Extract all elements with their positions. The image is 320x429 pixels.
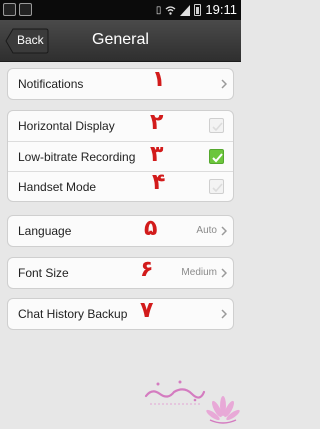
low-bitrate-recording-checkbox[interactable]: [209, 149, 224, 164]
vibrate-icon: ▯: [155, 4, 162, 16]
annotation-number-4: ۴: [152, 170, 166, 195]
chevron-right-icon: [221, 226, 227, 236]
signal-icon: [180, 4, 191, 16]
annotation-number-7: ٧: [140, 298, 154, 323]
annotation-number-2: ٢: [150, 110, 164, 135]
annotation-number-1: ١: [152, 67, 166, 92]
wifi-icon: [165, 6, 176, 15]
horizontal-display-checkbox[interactable]: [209, 118, 224, 133]
checkmark-icon: [212, 153, 223, 163]
annotation-number-6: ۶: [140, 257, 154, 282]
font-size-row[interactable]: Font Size Medium: [8, 258, 233, 288]
title-bar: Back General: [0, 20, 241, 62]
annotation-number-3: ٣: [150, 142, 164, 167]
zibakade-logo: [144, 380, 240, 424]
status-bar: ▯ 19:11: [0, 0, 241, 20]
checkmark-icon: [212, 122, 223, 132]
horizontal-display-row[interactable]: Horizontal Display: [8, 111, 233, 141]
chat-history-backup-label: Chat History Backup: [18, 307, 128, 321]
low-bitrate-recording-label: Low-bitrate Recording: [18, 150, 136, 164]
language-value: Auto: [196, 225, 217, 236]
chevron-right-icon: [221, 309, 227, 319]
chat-history-backup-row[interactable]: Chat History Backup: [8, 299, 233, 329]
checkmark-icon: [212, 183, 223, 193]
battery-icon: [194, 4, 202, 16]
handset-mode-checkbox[interactable]: [209, 179, 224, 194]
chat-history-group: Chat History Backup: [7, 298, 234, 330]
notifications-row[interactable]: Notifications: [8, 69, 233, 99]
display-options-group: Horizontal Display Low-bitrate Recording…: [7, 110, 234, 202]
font-size-value: Medium: [181, 267, 217, 278]
clock: 19:11: [205, 2, 237, 17]
language-row[interactable]: Language Auto: [8, 216, 233, 246]
watermark: [140, 370, 240, 428]
low-bitrate-recording-row[interactable]: Low-bitrate Recording: [8, 141, 233, 171]
handset-mode-label: Handset Mode: [18, 180, 97, 194]
font-size-label: Font Size: [18, 266, 69, 280]
font-size-group: Font Size Medium: [7, 257, 234, 289]
notification-photo-icon: [19, 3, 32, 16]
notifications-label: Notifications: [18, 77, 84, 91]
page-title: General: [92, 31, 149, 48]
handset-mode-row[interactable]: Handset Mode: [8, 171, 233, 201]
language-label: Language: [18, 224, 72, 238]
chevron-right-icon: [221, 268, 227, 278]
language-group: Language Auto: [7, 215, 234, 247]
horizontal-display-label: Horizontal Display: [18, 119, 115, 133]
notifications-group: Notifications: [7, 68, 234, 100]
annotation-number-5: ۵: [144, 216, 158, 241]
chevron-right-icon: [221, 79, 227, 89]
notification-image-icon: [3, 3, 16, 16]
